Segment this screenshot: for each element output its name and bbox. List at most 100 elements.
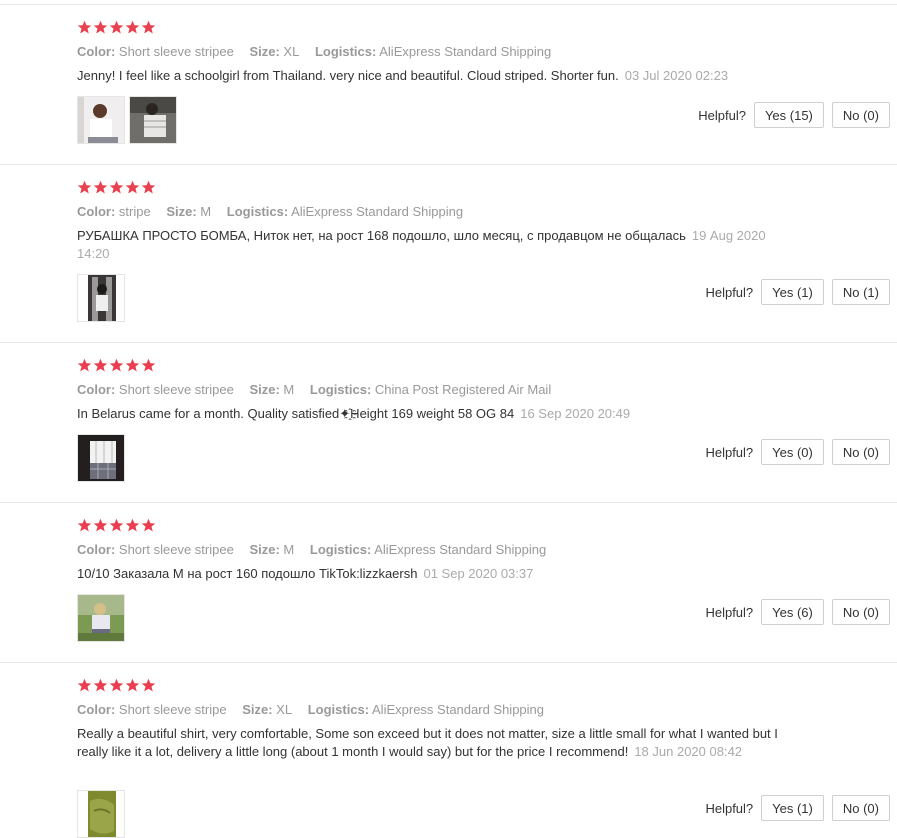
star-icon [77,180,92,194]
review-divider [0,342,897,343]
review-date: 18 Jun 2020 08:42 [634,744,743,759]
size-label: Size: [249,542,280,557]
star-icon [125,518,140,532]
size-label: Size: [249,382,280,397]
review-photos [77,434,125,482]
review-body: 10/10 Заказала М на рост 160 подошло Tik… [77,566,418,581]
review-meta: Color: Short sleeve stripe Size: XL Logi… [77,702,544,717]
helpful-votes: Helpful? Yes (6) No (0) [705,599,890,625]
star-rating [77,358,156,376]
color-label: Color: [77,204,116,219]
logistics-label: Logistics: [309,542,372,557]
review-item: Color: Short sleeve stripee Size: M Logi… [0,358,897,503]
star-icon [77,358,92,372]
logistics-label: Logistics: [226,204,289,219]
review-photos [77,790,125,838]
logistics-label: Logistics: [307,702,370,717]
star-icon [93,678,108,692]
star-icon [125,678,140,692]
star-icon [141,518,156,532]
star-rating [77,518,156,536]
review-text: In Belarus came for a month. Quality sat… [77,405,797,423]
star-rating [77,20,156,38]
size-label: Size: [249,44,280,59]
star-icon [141,180,156,194]
star-icon [109,518,124,532]
logistics-value: AliExpress Standard Shipping [374,542,547,557]
size-label: Size: [242,702,273,717]
star-icon [125,20,140,34]
helpful-label: Helpful? [698,107,746,123]
color-label: Color: [77,382,116,397]
star-icon [77,678,92,692]
star-icon [141,20,156,34]
logistics-value: China Post Registered Air Mail [374,382,552,397]
review-item: Color: Short sleeve stripee Size: XL Log… [0,20,897,165]
review-body: Jenny! I feel like a schoolgirl from Tha… [77,68,619,83]
review-meta: Color: stripe Size: M Logistics: AliExpr… [77,204,463,219]
top-divider [0,4,897,5]
review-body: In Belarus came for a month. Quality sat… [77,406,515,421]
review-photo[interactable] [77,96,125,144]
review-divider [0,164,897,165]
size-value: XL [276,702,293,717]
star-rating [77,678,156,696]
review-date: 03 Jul 2020 02:23 [624,68,729,83]
logistics-value: AliExpress Standard Shipping [379,44,552,59]
color-value: Short sleeve stripe [118,702,227,717]
color-value: Short sleeve stripee [118,542,234,557]
helpful-yes-button[interactable]: Yes (6) [761,599,824,625]
star-icon [125,180,140,194]
star-icon [109,678,124,692]
star-icon [93,20,108,34]
star-icon [77,518,92,532]
review-item: Color: stripe Size: M Logistics: AliExpr… [0,180,897,343]
helpful-yes-button[interactable]: Yes (1) [761,279,824,305]
star-icon [125,358,140,372]
helpful-no-button[interactable]: No (0) [831,439,890,465]
helpful-votes: Helpful? Yes (15) No (0) [698,102,890,128]
review-date: 01 Sep 2020 03:37 [423,566,534,581]
star-icon [141,358,156,372]
color-value: Short sleeve stripee [118,44,234,59]
review-meta: Color: Short sleeve stripee Size: M Logi… [77,382,551,397]
logistics-label: Logistics: [314,44,377,59]
review-photo[interactable] [77,790,125,838]
star-icon [109,358,124,372]
review-photo[interactable] [77,594,125,642]
review-item: Color: Short sleeve stripe Size: XL Logi… [0,678,897,838]
helpful-label: Helpful? [705,604,754,620]
helpful-no-button[interactable]: No (1) [831,279,890,305]
helpful-yes-button[interactable]: Yes (0) [761,439,824,465]
helpful-label: Helpful? [705,800,754,816]
helpful-no-button[interactable]: No (0) [831,795,890,821]
review-photos [77,96,177,144]
review-photo[interactable] [77,434,125,482]
star-icon [77,20,92,34]
review-meta: Color: Short sleeve stripee Size: XL Log… [77,44,551,59]
size-label: Size: [166,204,197,219]
review-divider [0,502,897,503]
review-text: Really a beautiful shirt, very comfortab… [77,725,797,761]
logistics-value: AliExpress Standard Shipping [291,204,464,219]
review-text: 10/10 Заказала М на рост 160 подошло Tik… [77,565,797,583]
color-label: Color: [77,542,116,557]
size-value: M [283,542,295,557]
star-icon [93,518,108,532]
color-value: stripe [118,204,151,219]
helpful-label: Helpful? [705,444,754,460]
helpful-yes-button[interactable]: Yes (1) [761,795,824,821]
review-photo[interactable] [129,96,177,144]
helpful-no-button[interactable]: No (0) [831,599,890,625]
review-photo[interactable] [77,274,125,322]
helpful-no-button[interactable]: No (0) [831,102,890,128]
star-icon [93,358,108,372]
size-value: M [200,204,212,219]
star-icon [109,20,124,34]
color-label: Color: [77,702,116,717]
size-value: XL [283,44,300,59]
helpful-yes-button[interactable]: Yes (15) [753,102,824,128]
star-icon [141,678,156,692]
helpful-label: Helpful? [705,284,754,300]
color-label: Color: [77,44,116,59]
